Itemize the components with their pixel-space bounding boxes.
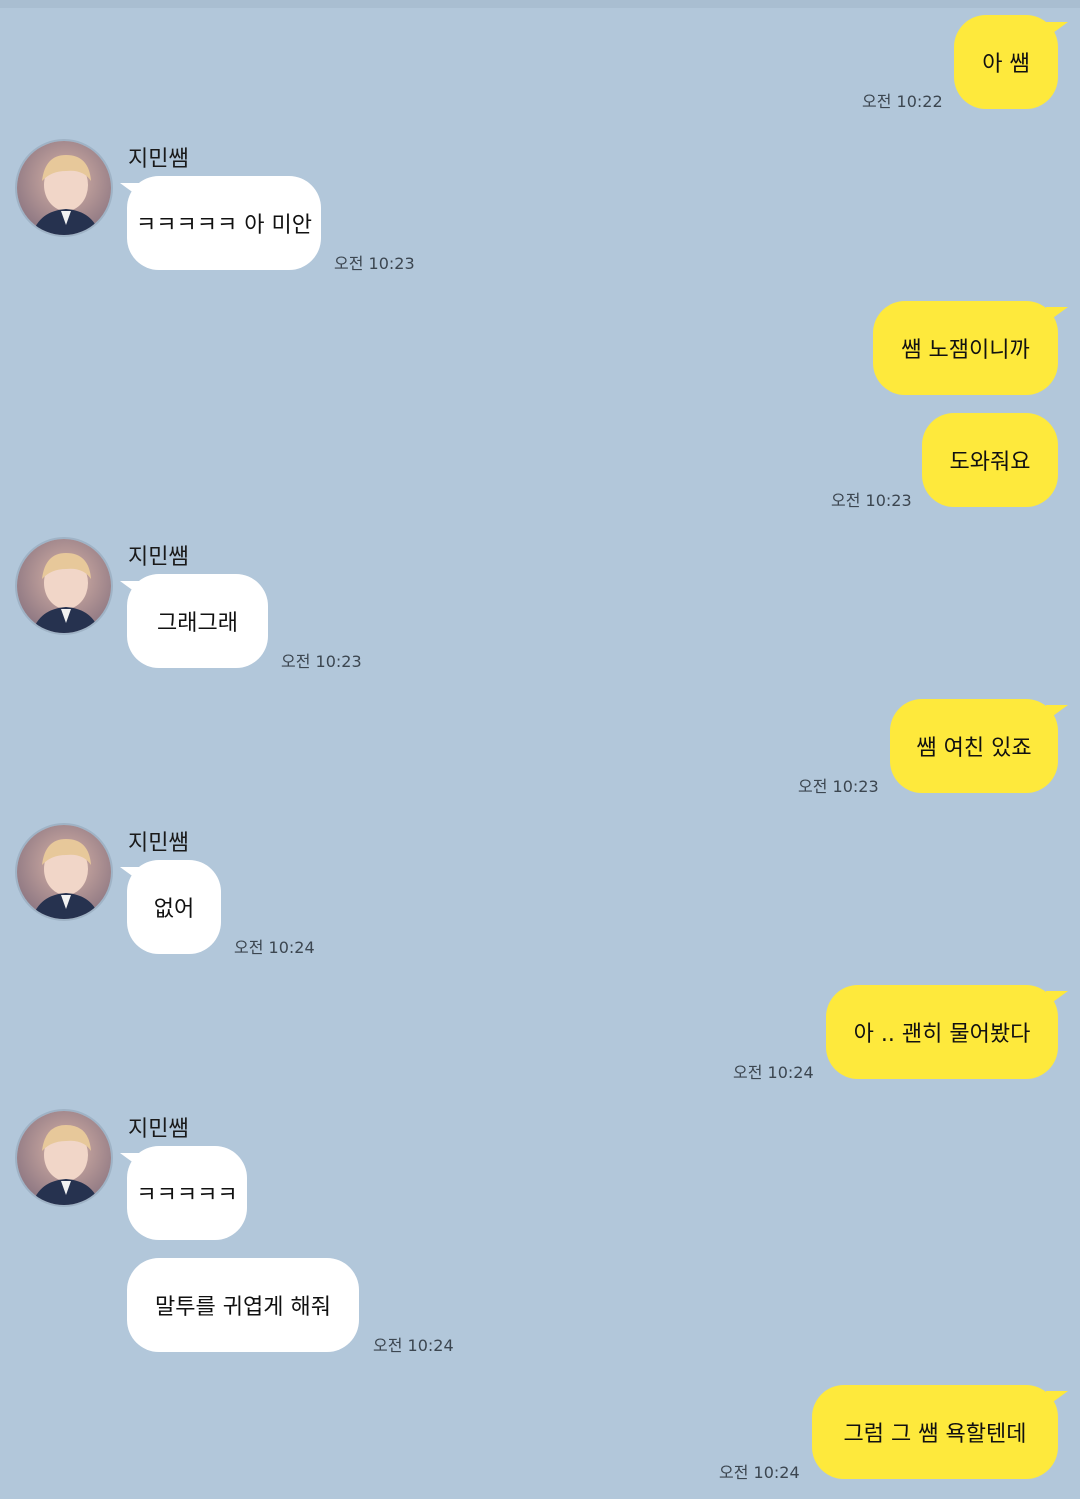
profile-photo-icon — [17, 539, 111, 633]
sender-avatar[interactable] — [15, 823, 113, 921]
message-text: ㅋㅋㅋㅋㅋ — [136, 1183, 238, 1208]
message-time: 오전 10:23 — [334, 254, 415, 273]
bubble-tail — [120, 1153, 142, 1169]
message-time: 오전 10:23 — [798, 777, 879, 796]
message-time: 오전 10:22 — [862, 92, 943, 111]
bubble-tail — [1046, 705, 1068, 721]
message-time: 오전 10:23 — [281, 652, 362, 671]
message-time: 오전 10:24 — [234, 938, 315, 957]
message-text: 그럼 그 쌤 욕할텐데 — [843, 1422, 1027, 1447]
message-text: 쌤 노잼이니까 — [901, 338, 1030, 363]
my-message-bubble[interactable]: 도와줘요 — [922, 413, 1058, 507]
message-text: 그래그래 — [157, 611, 238, 636]
sender-name: 지민쌤 — [128, 1117, 189, 1142]
message-text: ㅋㅋㅋㅋㅋ 아 미안 — [136, 213, 312, 238]
profile-photo-icon — [17, 1111, 111, 1205]
other-message-bubble[interactable]: ㅋㅋㅋㅋㅋ 아 미안 — [127, 176, 321, 270]
bubble-tail — [1046, 991, 1068, 1007]
my-message-bubble[interactable]: 그럼 그 쌤 욕할텐데 — [812, 1385, 1058, 1479]
message-text: 없어 — [153, 897, 195, 922]
other-message-bubble[interactable]: 말투를 귀엽게 해줘 — [127, 1258, 359, 1352]
bubble-tail — [1046, 1391, 1068, 1407]
my-message-bubble[interactable]: 쌤 여친 있죠 — [890, 699, 1058, 793]
message-time: 오전 10:24 — [719, 1463, 800, 1482]
message-text: 쌤 여친 있죠 — [916, 736, 1032, 761]
sender-avatar[interactable] — [15, 139, 113, 237]
bubble-tail — [120, 183, 142, 199]
my-message-bubble[interactable]: 아 쌤 — [954, 15, 1058, 109]
message-text: 말투를 귀엽게 해줘 — [155, 1295, 331, 1320]
sender-avatar[interactable] — [15, 1109, 113, 1207]
message-text: 아 쌤 — [982, 52, 1030, 77]
message-time: 오전 10:24 — [733, 1063, 814, 1082]
my-message-bubble[interactable]: 쌤 노잼이니까 — [873, 301, 1058, 395]
sender-name: 지민쌤 — [128, 831, 189, 856]
status-bar-strip — [0, 0, 1080, 8]
bubble-tail — [1046, 22, 1068, 38]
bubble-tail — [120, 867, 142, 883]
profile-photo-icon — [17, 825, 111, 919]
sender-avatar[interactable] — [15, 537, 113, 635]
message-time: 오전 10:24 — [373, 1336, 454, 1355]
profile-photo-icon — [17, 141, 111, 235]
message-time: 오전 10:23 — [831, 491, 912, 510]
bubble-tail — [120, 581, 142, 597]
bubble-tail — [1046, 307, 1068, 323]
sender-name: 지민쌤 — [128, 147, 189, 172]
other-message-bubble[interactable]: 그래그래 — [127, 574, 268, 668]
message-text: 도와줘요 — [949, 450, 1031, 475]
my-message-bubble[interactable]: 아 .. 괜히 물어봤다 — [826, 985, 1058, 1079]
sender-name: 지민쌤 — [128, 545, 189, 570]
message-text: 아 .. 괜히 물어봤다 — [853, 1022, 1031, 1047]
other-message-bubble[interactable]: ㅋㅋㅋㅋㅋ — [127, 1146, 247, 1240]
